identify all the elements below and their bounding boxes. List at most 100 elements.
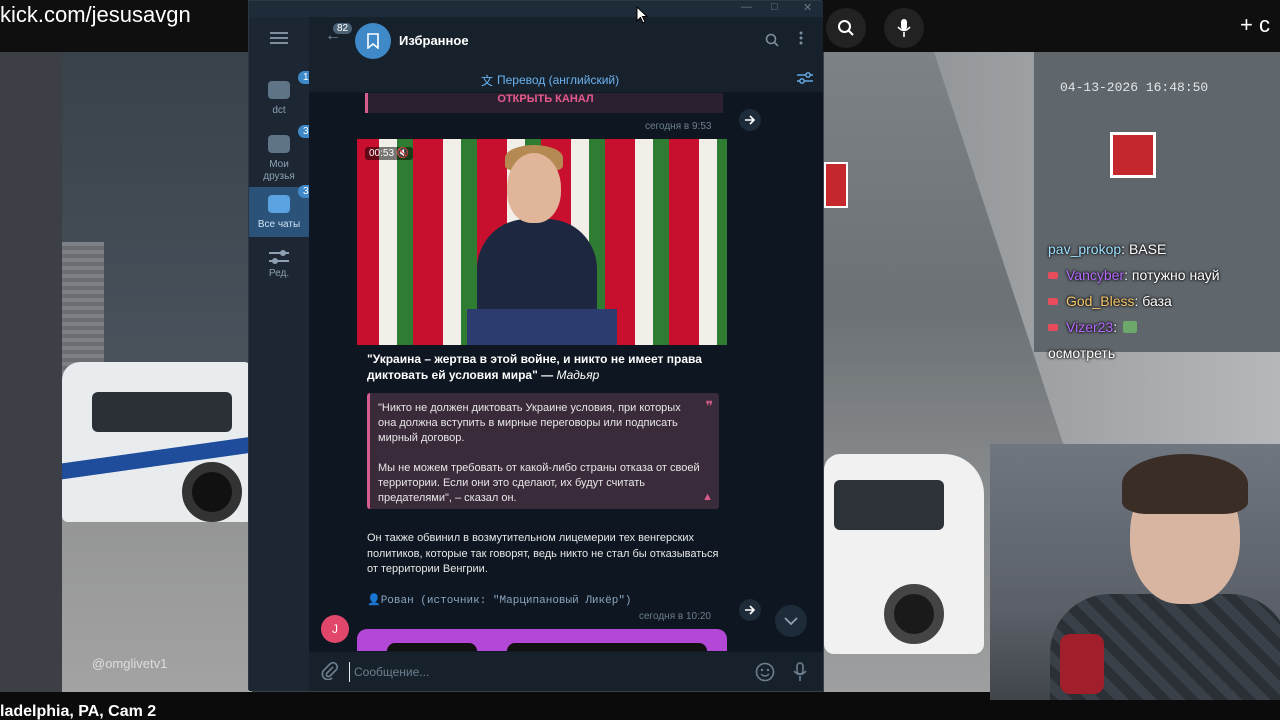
channel-url[interactable]: kick.com/jesusavgn	[0, 2, 191, 28]
chat-username[interactable]: pav_prokop	[1048, 241, 1121, 257]
police-car-window	[92, 392, 232, 432]
hamburger-icon	[270, 32, 288, 44]
message-time: сегодня в 9:53	[645, 121, 712, 132]
forward-arrow-icon	[745, 605, 756, 615]
bookmark-icon	[367, 33, 379, 49]
attach-button[interactable]	[321, 661, 339, 685]
quote-paragraph: Мы не можем требовать от какой-либо стра…	[378, 462, 700, 504]
open-channel-button[interactable]: ОТКРЫТЬ КАНАЛ	[365, 93, 723, 113]
mouse-cursor-icon	[636, 5, 649, 29]
message-composer	[309, 651, 823, 691]
translate-button[interactable]: Перевод (английский)	[497, 73, 619, 87]
voice-search-button[interactable]	[884, 8, 924, 48]
chevron-down-icon	[784, 617, 798, 625]
back-unread-count: 82	[333, 23, 353, 34]
smiley-icon	[755, 662, 775, 682]
create-button[interactable]: + c	[1240, 12, 1270, 38]
video-message[interactable]: 00:53 🔇	[357, 139, 727, 345]
speaker-face	[507, 153, 561, 223]
chat-username[interactable]: God_Bless	[1066, 293, 1134, 309]
subscriber-badge-icon	[1048, 323, 1058, 331]
more-options-button[interactable]	[799, 31, 803, 45]
telegram-window: — □ ✕ 188 dct 38 Мои друзья 347 Все чаты	[248, 0, 823, 691]
maximize-button[interactable]: □	[771, 1, 778, 13]
microphone-icon	[897, 19, 911, 37]
chat-message: pav_prokop : BASE	[1048, 236, 1280, 262]
forward-button[interactable]	[739, 109, 761, 131]
microphone-icon	[793, 662, 807, 681]
translation-settings-button[interactable]	[797, 71, 813, 90]
do-not-enter-sign-left	[824, 162, 848, 208]
preview-block	[507, 643, 707, 651]
forward-arrow-icon	[745, 115, 756, 125]
chat-search-button[interactable]	[765, 33, 779, 52]
minimize-button[interactable]: —	[741, 1, 752, 13]
preview-block	[387, 643, 477, 651]
search-button[interactable]	[826, 8, 866, 48]
folder-all-chats[interactable]: 347 Все чаты	[249, 185, 325, 237]
van-window	[834, 480, 944, 530]
paperclip-icon	[321, 661, 339, 681]
chat-message: God_Bless : база	[1048, 288, 1280, 314]
chat-text: : BASE	[1121, 241, 1167, 257]
message-history: ОТКРЫТЬ КАНАЛ сегодня в 9:53 00:53 🔇 "Ук…	[309, 93, 823, 651]
white-van	[824, 454, 984, 654]
camera-left-scene	[62, 52, 252, 692]
subscriber-badge-icon	[1048, 297, 1058, 305]
folder-dct[interactable]: 188 dct	[249, 71, 325, 129]
chat-username[interactable]: Vizer23	[1066, 319, 1113, 335]
chat-username[interactable]: Vancyber	[1066, 267, 1124, 283]
caption-source: Мадьяр	[556, 368, 600, 382]
folder-my-friends[interactable]: 38 Мои друзья	[249, 125, 320, 187]
folder-label: Ред.	[268, 268, 290, 279]
chats-icon: 347	[268, 185, 325, 213]
kebab-menu-icon	[799, 31, 803, 45]
chat-text: : база	[1134, 293, 1172, 309]
chat-text: : потужно науй	[1124, 267, 1220, 283]
emoji-button[interactable]	[755, 662, 775, 687]
podium	[467, 309, 617, 345]
translate-icon: 文	[481, 74, 494, 88]
van-wheel	[884, 584, 944, 644]
folder-sidebar: 188 dct 38 Мои друзья 347 Все чаты Ред.	[249, 17, 325, 691]
message-signature: 👤Рован (источник: "Марципановый Ликёр")	[367, 595, 632, 607]
camera-watermark: @omglivetv1	[92, 656, 168, 671]
forward-button[interactable]	[739, 599, 761, 621]
screen: kick.com/jesusavgn + c @omglivetv1 04-13…	[0, 0, 1280, 720]
do-not-enter-sign	[1110, 132, 1156, 178]
scroll-to-bottom-button[interactable]	[775, 605, 807, 637]
collapse-chevron-icon[interactable]: ▲	[702, 490, 713, 505]
main-menu-button[interactable]	[249, 31, 309, 48]
chat-message: осмотреть	[1048, 340, 1280, 366]
stream-title: ladelphia, PA, Cam 2	[0, 700, 1280, 720]
streamer-microphone	[1060, 634, 1104, 694]
message-input[interactable]	[349, 662, 729, 682]
saved-messages-avatar[interactable]	[355, 23, 391, 59]
chat-folder-icon: 188	[268, 71, 325, 99]
chat-title[interactable]: Избранное	[399, 33, 469, 48]
voice-message-button[interactable]	[793, 662, 807, 687]
video-duration[interactable]: 00:53 🔇	[365, 147, 414, 160]
folder-edit[interactable]: Ред.	[249, 249, 309, 293]
caption-quote: "Украина – жертва в этой войне, и никто …	[367, 352, 702, 382]
message-time: сегодня в 10:20	[639, 611, 711, 622]
chat-message: Vancyber : потужно науй	[1048, 262, 1280, 288]
muted-speaker-icon[interactable]: 🔇	[397, 148, 409, 159]
streamer-webcam	[990, 444, 1280, 720]
emote-icon	[1123, 321, 1138, 333]
quote-icon: ❞	[705, 398, 713, 414]
chat-header: ← 82 Избранное	[309, 17, 823, 65]
next-message-preview[interactable]	[357, 629, 727, 651]
camera-timestamp: 04-13-2026 16:48:50	[1060, 80, 1209, 95]
chat-text: :	[1113, 319, 1118, 335]
close-button[interactable]: ✕	[803, 1, 812, 14]
translation-bar: 文 Перевод (английский)	[309, 65, 823, 93]
folder-label: Мои друзья	[263, 159, 295, 182]
message-caption: "Украина – жертва в этой войне, и никто …	[367, 351, 727, 383]
chat-overlay: pav_prokop : BASE Vancyber : потужно нау…	[1048, 236, 1280, 366]
folder-label: Все чаты	[257, 219, 301, 230]
quote-paragraph: "Никто не должен диктовать Украине услов…	[378, 402, 681, 444]
sender-avatar[interactable]: J	[321, 615, 349, 643]
chat-folder-icon: 38	[268, 125, 320, 153]
police-car-wheel	[182, 462, 242, 522]
